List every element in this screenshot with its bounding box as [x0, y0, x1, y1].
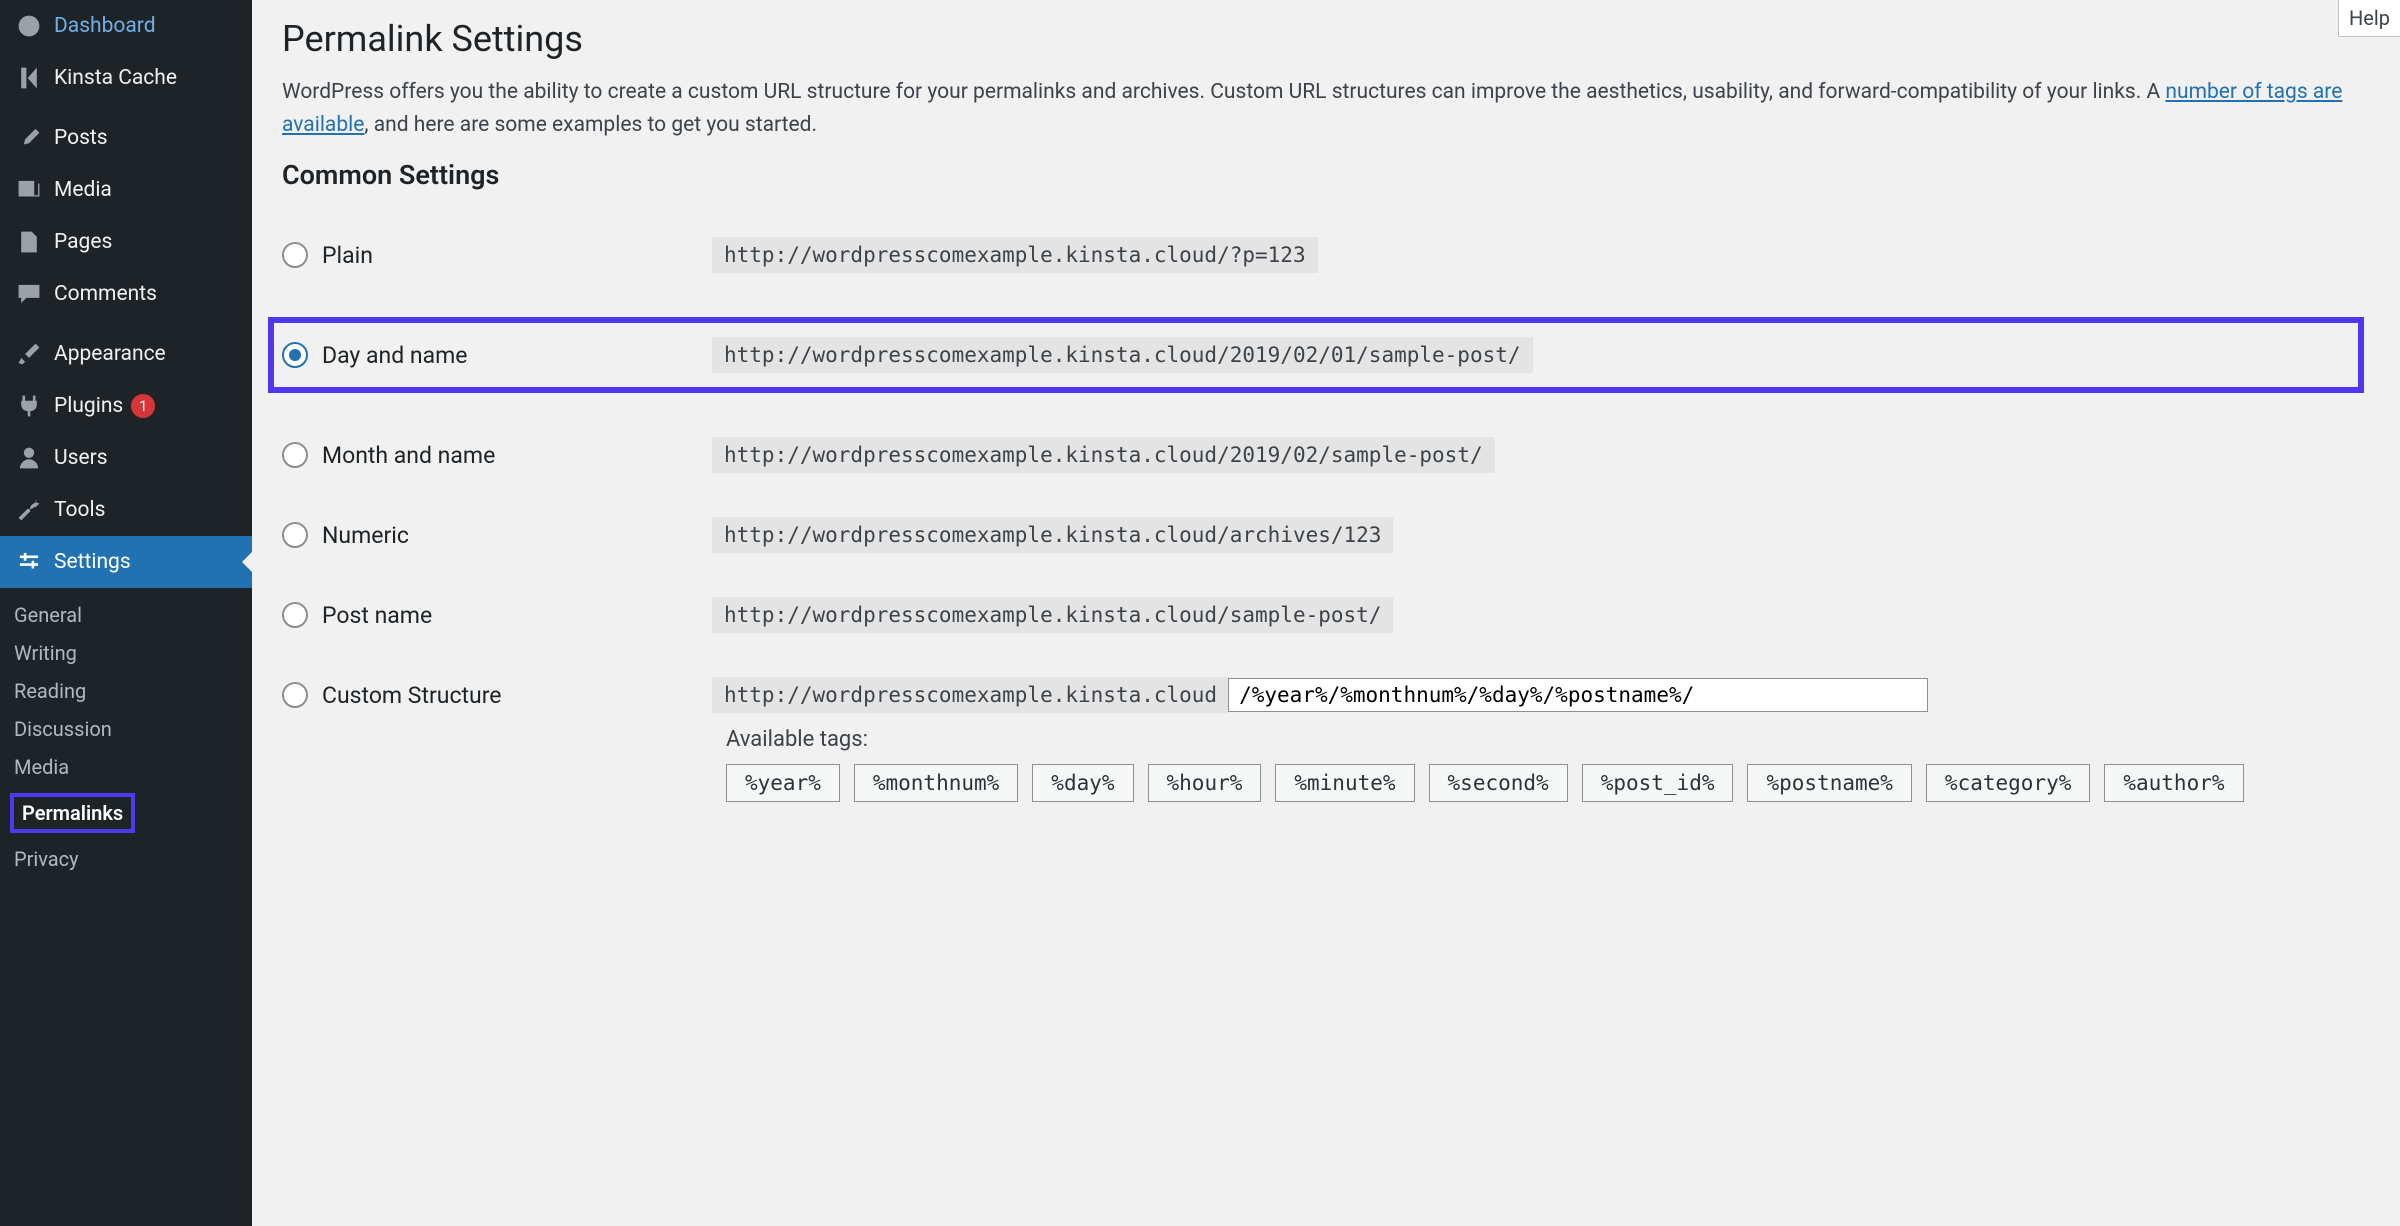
option-label: Month and name: [322, 442, 495, 469]
radio-custom-label[interactable]: Custom Structure: [282, 682, 712, 709]
sidebar-item-label: Posts: [54, 126, 108, 150]
page-description: WordPress offers you the ability to crea…: [282, 76, 2370, 141]
main-content: Help Permalink Settings WordPress offers…: [252, 0, 2400, 1226]
example-day: http://wordpresscomexample.kinsta.cloud/…: [712, 337, 1533, 373]
settings-submenu: General Writing Reading Discussion Media…: [0, 588, 252, 886]
plug-icon: [14, 391, 44, 421]
sidebar-item-kinsta-cache[interactable]: Kinsta Cache: [0, 52, 252, 104]
option-post-name: Post name http://wordpresscomexample.kin…: [282, 575, 2370, 655]
page-title: Permalink Settings: [282, 18, 2370, 60]
radio-day-and-name[interactable]: [282, 342, 308, 368]
radio-numeric[interactable]: [282, 522, 308, 548]
sidebar-item-posts[interactable]: Posts: [0, 112, 252, 164]
option-custom-structure: Custom Structure http://wordpresscomexam…: [282, 655, 2370, 717]
user-icon: [14, 443, 44, 473]
sidebar-item-label: Appearance: [54, 342, 166, 366]
sidebar-item-label: Media: [54, 178, 112, 202]
submenu-privacy[interactable]: Privacy: [0, 840, 252, 878]
submenu-writing[interactable]: Writing: [0, 634, 252, 672]
example-post: http://wordpresscomexample.kinsta.cloud/…: [712, 597, 1393, 633]
tag-hour[interactable]: %hour%: [1148, 764, 1262, 802]
admin-sidebar: Dashboard Kinsta Cache Posts Media Pages…: [0, 0, 252, 1226]
wrench-icon: [14, 495, 44, 525]
radio-post-name[interactable]: [282, 602, 308, 628]
comment-icon: [14, 279, 44, 309]
sidebar-item-appearance[interactable]: Appearance: [0, 328, 252, 380]
custom-structure-input[interactable]: [1228, 678, 1928, 712]
tag-day[interactable]: %day%: [1032, 764, 1133, 802]
radio-day-label[interactable]: Day and name: [282, 342, 712, 369]
option-numeric: Numeric http://wordpresscomexample.kinst…: [282, 495, 2370, 575]
radio-plain-label[interactable]: Plain: [282, 242, 712, 269]
radio-plain[interactable]: [282, 242, 308, 268]
kinsta-icon: [14, 63, 44, 93]
radio-month-and-name[interactable]: [282, 442, 308, 468]
option-plain: Plain http://wordpresscomexample.kinsta.…: [282, 215, 2370, 295]
sidebar-item-label: Users: [54, 446, 108, 470]
sidebar-item-media[interactable]: Media: [0, 164, 252, 216]
sidebar-item-settings[interactable]: Settings: [0, 536, 252, 588]
brush-icon: [14, 339, 44, 369]
submenu-media[interactable]: Media: [0, 748, 252, 786]
option-label: Post name: [322, 602, 432, 629]
sidebar-item-comments[interactable]: Comments: [0, 268, 252, 320]
option-label: Plain: [322, 242, 373, 269]
sidebar-item-tools[interactable]: Tools: [0, 484, 252, 536]
tag-second[interactable]: %second%: [1429, 764, 1568, 802]
sidebar-item-plugins[interactable]: Plugins 1: [0, 380, 252, 432]
common-settings-heading: Common Settings: [282, 159, 2370, 191]
available-tags-label: Available tags:: [726, 727, 2370, 752]
radio-custom[interactable]: [282, 682, 308, 708]
sidebar-item-label: Pages: [54, 230, 112, 254]
desc-text-1: WordPress offers you the ability to crea…: [282, 80, 2165, 104]
option-label: Day and name: [322, 342, 468, 369]
submenu-discussion[interactable]: Discussion: [0, 710, 252, 748]
sidebar-item-pages[interactable]: Pages: [0, 216, 252, 268]
sidebar-item-label: Tools: [54, 498, 105, 522]
submenu-permalinks-highlight: Permalinks: [10, 793, 135, 833]
tag-minute[interactable]: %minute%: [1275, 764, 1414, 802]
sidebar-item-label: Plugins: [54, 394, 123, 418]
tag-postname[interactable]: %postname%: [1747, 764, 1911, 802]
submenu-reading[interactable]: Reading: [0, 672, 252, 710]
tag-category[interactable]: %category%: [1926, 764, 2090, 802]
radio-month-label[interactable]: Month and name: [282, 442, 712, 469]
dashboard-icon: [14, 11, 44, 41]
sidebar-item-label: Kinsta Cache: [54, 66, 177, 90]
submenu-permalinks[interactable]: Permalinks: [0, 786, 252, 840]
example-month: http://wordpresscomexample.kinsta.cloud/…: [712, 437, 1495, 473]
option-month-and-name: Month and name http://wordpresscomexampl…: [282, 415, 2370, 495]
sidebar-item-label: Settings: [54, 550, 131, 574]
tag-year[interactable]: %year%: [726, 764, 840, 802]
sidebar-item-label: Dashboard: [54, 14, 156, 38]
sidebar-item-users[interactable]: Users: [0, 432, 252, 484]
radio-numeric-label[interactable]: Numeric: [282, 522, 712, 549]
pin-icon: [14, 123, 44, 153]
sidebar-item-label: Comments: [54, 282, 157, 306]
sidebar-item-dashboard[interactable]: Dashboard: [0, 0, 252, 52]
submenu-general[interactable]: General: [0, 596, 252, 634]
example-numeric: http://wordpresscomexample.kinsta.cloud/…: [712, 517, 1393, 553]
help-tab[interactable]: Help: [2338, 0, 2400, 37]
option-day-and-name: Day and name http://wordpresscomexample.…: [282, 295, 2370, 415]
example-plain: http://wordpresscomexample.kinsta.cloud/…: [712, 237, 1318, 273]
tag-monthnum[interactable]: %monthnum%: [854, 764, 1018, 802]
desc-text-2: , and here are some examples to get you …: [364, 113, 817, 137]
option-label: Custom Structure: [322, 682, 502, 709]
tag-author[interactable]: %author%: [2104, 764, 2243, 802]
update-badge: 1: [131, 394, 155, 418]
custom-base: http://wordpresscomexample.kinsta.cloud: [712, 677, 1229, 713]
tag-post-id[interactable]: %post_id%: [1582, 764, 1734, 802]
sliders-icon: [14, 547, 44, 577]
radio-post-label[interactable]: Post name: [282, 602, 712, 629]
page-icon: [14, 227, 44, 257]
option-label: Numeric: [322, 522, 409, 549]
media-icon: [14, 175, 44, 205]
available-tags: %year% %monthnum% %day% %hour% %minute% …: [726, 764, 2370, 802]
